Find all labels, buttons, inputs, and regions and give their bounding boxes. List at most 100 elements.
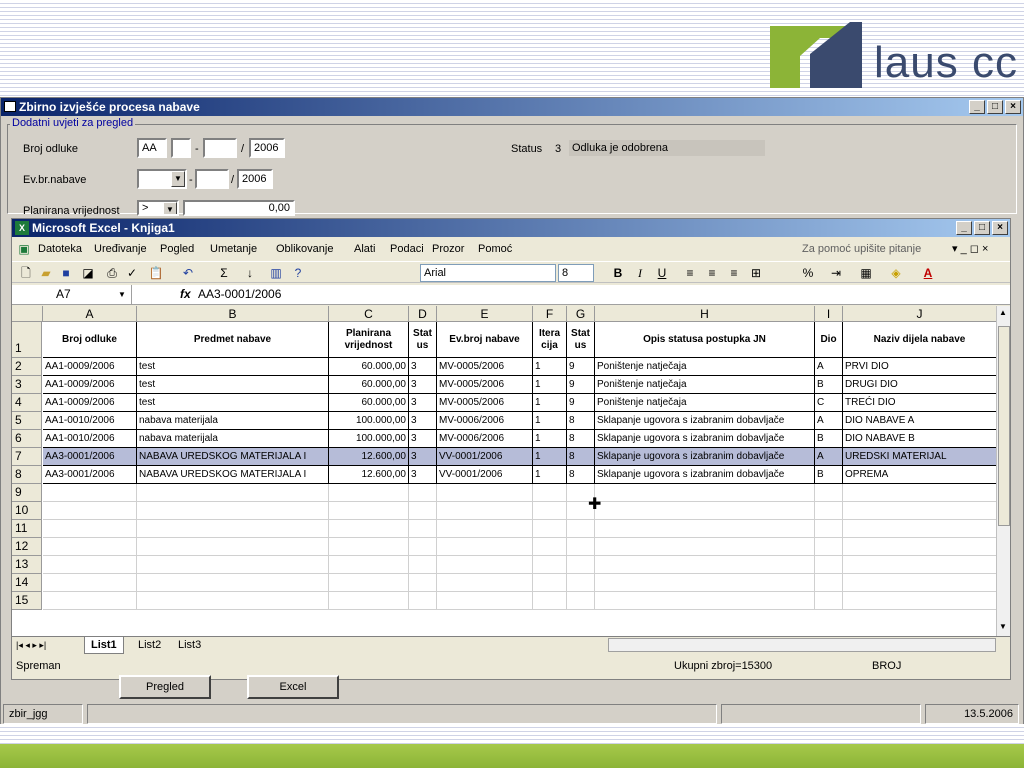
table-cell[interactable]: MV-0005/2006 [437, 394, 533, 412]
empty-cell[interactable] [567, 574, 595, 592]
row-header[interactable]: 9 [12, 484, 42, 502]
table-cell[interactable]: test [137, 394, 329, 412]
empty-cell[interactable] [329, 502, 409, 520]
chevron-down-icon[interactable]: ▼ [171, 171, 185, 187]
table-cell[interactable]: 3 [409, 412, 437, 430]
empty-cell[interactable] [437, 502, 533, 520]
empty-cell[interactable] [329, 592, 409, 610]
font-size-select[interactable]: 8 [558, 264, 594, 282]
table-cell[interactable]: 1 [533, 376, 567, 394]
empty-cell[interactable] [815, 502, 843, 520]
empty-cell[interactable] [329, 538, 409, 556]
menu-alati[interactable]: Alati [354, 239, 375, 259]
row-header[interactable]: 12 [12, 538, 42, 556]
empty-cell[interactable] [533, 574, 567, 592]
menu-uredivanje[interactable]: Uređivanje [94, 239, 147, 259]
menu-pomoc[interactable]: Pomoć [478, 239, 512, 259]
table-cell[interactable]: 100.000,00 [329, 412, 409, 430]
undo-icon[interactable]: ↶ [180, 265, 196, 281]
row-header[interactable]: 10 [12, 502, 42, 520]
table-cell[interactable]: MV-0006/2006 [437, 412, 533, 430]
chevron-down-icon[interactable]: ▼ [118, 285, 126, 304]
empty-cell[interactable] [43, 502, 137, 520]
menu-prozor[interactable]: Prozor [432, 239, 464, 259]
table-cell[interactable]: 1 [533, 448, 567, 466]
table-cell[interactable]: A [815, 448, 843, 466]
chevron-down-icon[interactable]: ▼ [163, 202, 177, 214]
column-header-f[interactable]: F [533, 306, 567, 322]
merge-center-icon[interactable]: ⊞ [748, 265, 764, 281]
pregled-button[interactable]: Pregled [119, 675, 211, 699]
align-right-icon[interactable]: ≡ [726, 265, 742, 281]
table-cell[interactable]: A [815, 358, 843, 376]
row-header[interactable]: 3 [12, 376, 42, 394]
table-cell[interactable]: 9 [567, 376, 595, 394]
tab-list3[interactable]: List3 [172, 637, 207, 653]
fill-color-icon[interactable]: ◈ [888, 265, 904, 281]
table-cell[interactable]: TREĆI DIO [843, 394, 996, 412]
row-header[interactable]: 4 [12, 394, 42, 412]
empty-cell[interactable] [409, 502, 437, 520]
empty-cell[interactable] [567, 520, 595, 538]
header-cell[interactable]: Stat us [409, 322, 437, 358]
align-center-icon[interactable]: ≡ [704, 265, 720, 281]
table-cell[interactable]: 12.600,00 [329, 466, 409, 484]
header-cell[interactable]: Naziv dijela nabave [843, 322, 996, 358]
table-cell[interactable]: UREDSKI MATERIJAL [843, 448, 996, 466]
empty-cell[interactable] [533, 520, 567, 538]
empty-cell[interactable] [329, 556, 409, 574]
table-cell[interactable]: 1 [533, 394, 567, 412]
empty-cell[interactable] [843, 592, 996, 610]
broj-odluke-year-input[interactable]: 2006 [249, 138, 285, 158]
empty-cell[interactable] [843, 520, 996, 538]
table-cell[interactable]: Sklapanje ugovora s izabranim dobavljače [595, 448, 815, 466]
table-cell[interactable]: Poništenje natječaja [595, 394, 815, 412]
empty-cell[interactable] [43, 520, 137, 538]
planirana-operator-select[interactable]: > ▼ [137, 200, 179, 216]
select-all-corner[interactable] [12, 306, 43, 322]
permission-icon[interactable]: ◪ [80, 265, 96, 281]
empty-cell[interactable] [567, 538, 595, 556]
row-header[interactable]: 13 [12, 556, 42, 574]
autosum-icon[interactable]: Σ [216, 265, 232, 281]
header-cell[interactable]: Ev.broj nabave [437, 322, 533, 358]
table-cell[interactable]: VV-0001/2006 [437, 466, 533, 484]
close-button[interactable]: × [1005, 100, 1021, 114]
row-header[interactable]: 6 [12, 430, 42, 448]
menu-pogled[interactable]: Pogled [160, 239, 194, 259]
empty-cell[interactable] [815, 520, 843, 538]
empty-cell[interactable] [437, 538, 533, 556]
row-header[interactable]: 8 [12, 466, 42, 484]
table-cell[interactable]: DIO NABAVE B [843, 430, 996, 448]
table-cell[interactable]: 60.000,00 [329, 394, 409, 412]
empty-cell[interactable] [533, 556, 567, 574]
table-cell[interactable]: AA1-0009/2006 [43, 394, 137, 412]
menu-umetanje[interactable]: Umetanje [210, 239, 257, 259]
row-header[interactable]: 14 [12, 574, 42, 592]
table-cell[interactable]: Poništenje natječaja [595, 376, 815, 394]
table-cell[interactable]: B [815, 376, 843, 394]
maximize-button[interactable]: □ [987, 100, 1003, 114]
excel-close-button[interactable]: × [992, 221, 1008, 235]
broj-odluke-number-input[interactable] [203, 138, 237, 158]
row-header[interactable]: 1 [12, 322, 42, 358]
table-cell[interactable]: 8 [567, 412, 595, 430]
evbr-year-input[interactable]: 2006 [237, 169, 273, 189]
italic-icon[interactable]: I [632, 265, 648, 281]
table-cell[interactable]: MV-0006/2006 [437, 430, 533, 448]
empty-cell[interactable] [843, 484, 996, 502]
empty-cell[interactable] [815, 538, 843, 556]
table-cell[interactable]: 9 [567, 394, 595, 412]
column-header-i[interactable]: I [815, 306, 843, 322]
empty-cell[interactable] [595, 502, 815, 520]
table-cell[interactable]: 1 [533, 358, 567, 376]
table-cell[interactable]: Poništenje natječaja [595, 358, 815, 376]
empty-cell[interactable] [43, 592, 137, 610]
table-cell[interactable]: AA1-0010/2006 [43, 430, 137, 448]
header-cell[interactable]: Opis statusa postupka JN [595, 322, 815, 358]
empty-cell[interactable] [567, 592, 595, 610]
empty-cell[interactable] [137, 556, 329, 574]
table-cell[interactable]: MV-0005/2006 [437, 376, 533, 394]
bold-icon[interactable]: B [610, 265, 626, 281]
menu-datoteka[interactable]: Datoteka [38, 239, 82, 259]
